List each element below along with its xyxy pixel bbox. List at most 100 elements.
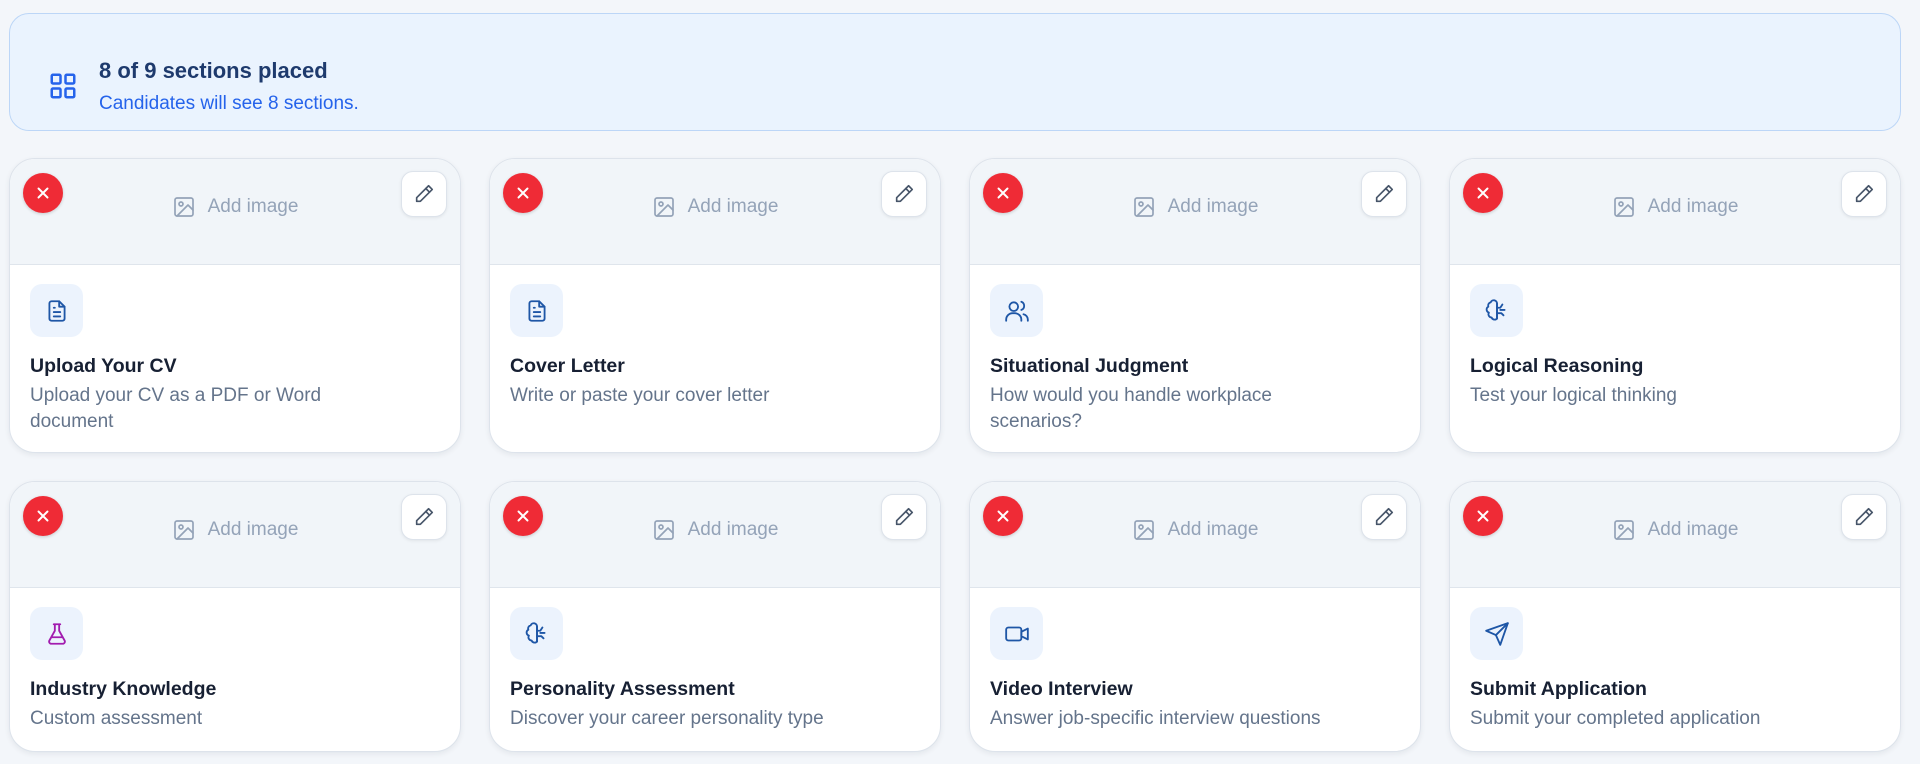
pencil-icon — [415, 507, 434, 526]
card-image-area[interactable]: Add image — [970, 159, 1420, 265]
card-image-area[interactable]: Add image — [10, 482, 460, 588]
image-icon — [1613, 520, 1634, 540]
image-icon — [1613, 197, 1634, 217]
video-icon — [1004, 626, 1029, 641]
section-description: Write or paste your cover letter — [510, 385, 770, 406]
section-card[interactable]: Add image Personality Assessment Discover … — [489, 481, 941, 752]
section-title: Video Interview — [990, 678, 1133, 700]
card-body: Logical Reasoning Test your logical think… — [1450, 265, 1900, 409]
brain-icon — [525, 621, 546, 644]
pencil-icon — [1855, 184, 1874, 203]
image-icon — [653, 197, 674, 217]
edit-section-button[interactable] — [881, 494, 927, 540]
add-image-label: Add image — [1647, 519, 1739, 540]
add-image-label: Add image — [207, 519, 299, 540]
edit-section-button[interactable] — [1841, 494, 1887, 540]
section-icon-tile — [990, 284, 1043, 337]
edit-section-button[interactable] — [401, 171, 447, 217]
card-body: Situational Judgment How would you handle… — [970, 265, 1420, 435]
pencil-icon — [415, 184, 434, 203]
document-icon — [527, 299, 546, 322]
add-image-label: Add image — [1647, 196, 1739, 217]
card-image-area[interactable]: Add image — [970, 482, 1420, 588]
image-icon — [173, 197, 194, 217]
edit-section-button[interactable] — [1361, 494, 1407, 540]
add-image-button[interactable]: Add image — [1450, 518, 1900, 542]
section-card[interactable]: Add image Logical Reasoning Test your logi… — [1449, 158, 1901, 453]
add-image-label: Add image — [687, 519, 779, 540]
pencil-icon — [895, 184, 914, 203]
section-title: Cover Letter — [510, 355, 625, 377]
card-body: Cover Letter Write or paste your cover le… — [490, 265, 940, 409]
edit-section-button[interactable] — [1841, 171, 1887, 217]
brain-icon — [1485, 298, 1506, 321]
card-image-area[interactable]: Add image — [10, 159, 460, 265]
add-image-label: Add image — [1167, 196, 1259, 217]
pencil-icon — [895, 507, 914, 526]
section-icon-tile — [510, 284, 563, 337]
edit-section-button[interactable] — [401, 494, 447, 540]
users-icon — [1004, 300, 1029, 322]
edit-section-button[interactable] — [881, 171, 927, 217]
document-icon — [47, 299, 66, 322]
section-icon-tile — [510, 607, 563, 660]
add-image-button[interactable]: Add image — [490, 518, 940, 542]
section-card[interactable]: Add image Situational Judgment How would y… — [969, 158, 1421, 453]
image-icon — [653, 520, 674, 540]
section-card[interactable]: Add image Industry Knowledge Custom assess… — [9, 481, 461, 752]
image-icon — [173, 520, 194, 540]
image-icon — [1133, 197, 1154, 217]
card-image-area[interactable]: Add image — [1450, 159, 1900, 265]
section-card[interactable]: Add image Video Interview Answer job-speci… — [969, 481, 1421, 752]
section-icon-tile — [30, 607, 83, 660]
section-description: Test your logical thinking — [1470, 385, 1677, 406]
card-image-area[interactable]: Add image — [490, 159, 940, 265]
section-description: Custom assessment — [30, 708, 203, 729]
pencil-icon — [1375, 507, 1394, 526]
add-image-label: Add image — [687, 196, 779, 217]
add-image-button[interactable]: Add image — [10, 195, 460, 219]
section-title: Personality Assessment — [510, 678, 735, 700]
sections-placed-banner: 8 of 9 sections placed Candidates will s… — [9, 13, 1901, 131]
add-image-label: Add image — [207, 196, 299, 217]
pencil-icon — [1375, 184, 1394, 203]
section-icon-tile — [1470, 607, 1523, 660]
banner-title: 8 of 9 sections placed — [99, 58, 328, 83]
add-image-button[interactable]: Add image — [490, 195, 940, 219]
edit-section-button[interactable] — [1361, 171, 1407, 217]
grid-icon — [50, 73, 76, 99]
add-image-button[interactable]: Add image — [970, 518, 1420, 542]
section-title: Situational Judgment — [990, 355, 1189, 377]
card-body: Video Interview Answer job-specific inter… — [970, 588, 1420, 732]
section-description: Submit your completed application — [1470, 708, 1761, 729]
section-icon-tile — [30, 284, 83, 337]
section-title: Logical Reasoning — [1470, 355, 1644, 377]
card-image-area[interactable]: Add image — [490, 482, 940, 588]
section-description: Discover your career personality type — [510, 708, 824, 729]
section-card[interactable]: Add image Submit Application Submit your c… — [1449, 481, 1901, 752]
section-icon-tile — [990, 607, 1043, 660]
flask-icon — [47, 622, 66, 645]
sections-grid: Add image Upload Your CV Upload your CV as… — [9, 158, 1901, 752]
section-title: Industry Knowledge — [30, 678, 217, 700]
card-body: Submit Application Submit your completed … — [1450, 588, 1900, 732]
card-body: Industry Knowledge Custom assessment — [10, 588, 460, 732]
card-body: Personality Assessment Discover your care… — [490, 588, 940, 732]
add-image-button[interactable]: Add image — [1450, 195, 1900, 219]
send-icon — [1484, 621, 1509, 646]
card-image-area[interactable]: Add image — [1450, 482, 1900, 588]
section-description: Upload your CV as a PDF or Word document — [30, 385, 322, 432]
pencil-icon — [1855, 507, 1874, 526]
section-title: Upload Your CV — [30, 355, 177, 377]
section-card[interactable]: Add image Upload Your CV Upload your CV as… — [9, 158, 461, 453]
section-title: Submit Application — [1470, 678, 1647, 700]
section-description: How would you handle workplace scenarios… — [990, 385, 1272, 432]
add-image-button[interactable]: Add image — [10, 518, 460, 542]
image-icon — [1133, 520, 1154, 540]
section-description: Answer job-specific interview questions — [990, 708, 1321, 729]
section-icon-tile — [1470, 284, 1523, 337]
add-image-button[interactable]: Add image — [970, 195, 1420, 219]
section-card[interactable]: Add image Cover Letter Write or paste your… — [489, 158, 941, 453]
banner-subtitle: Candidates will see 8 sections. — [99, 93, 359, 114]
card-body: Upload Your CV Upload your CV as a PDF or… — [10, 265, 460, 435]
